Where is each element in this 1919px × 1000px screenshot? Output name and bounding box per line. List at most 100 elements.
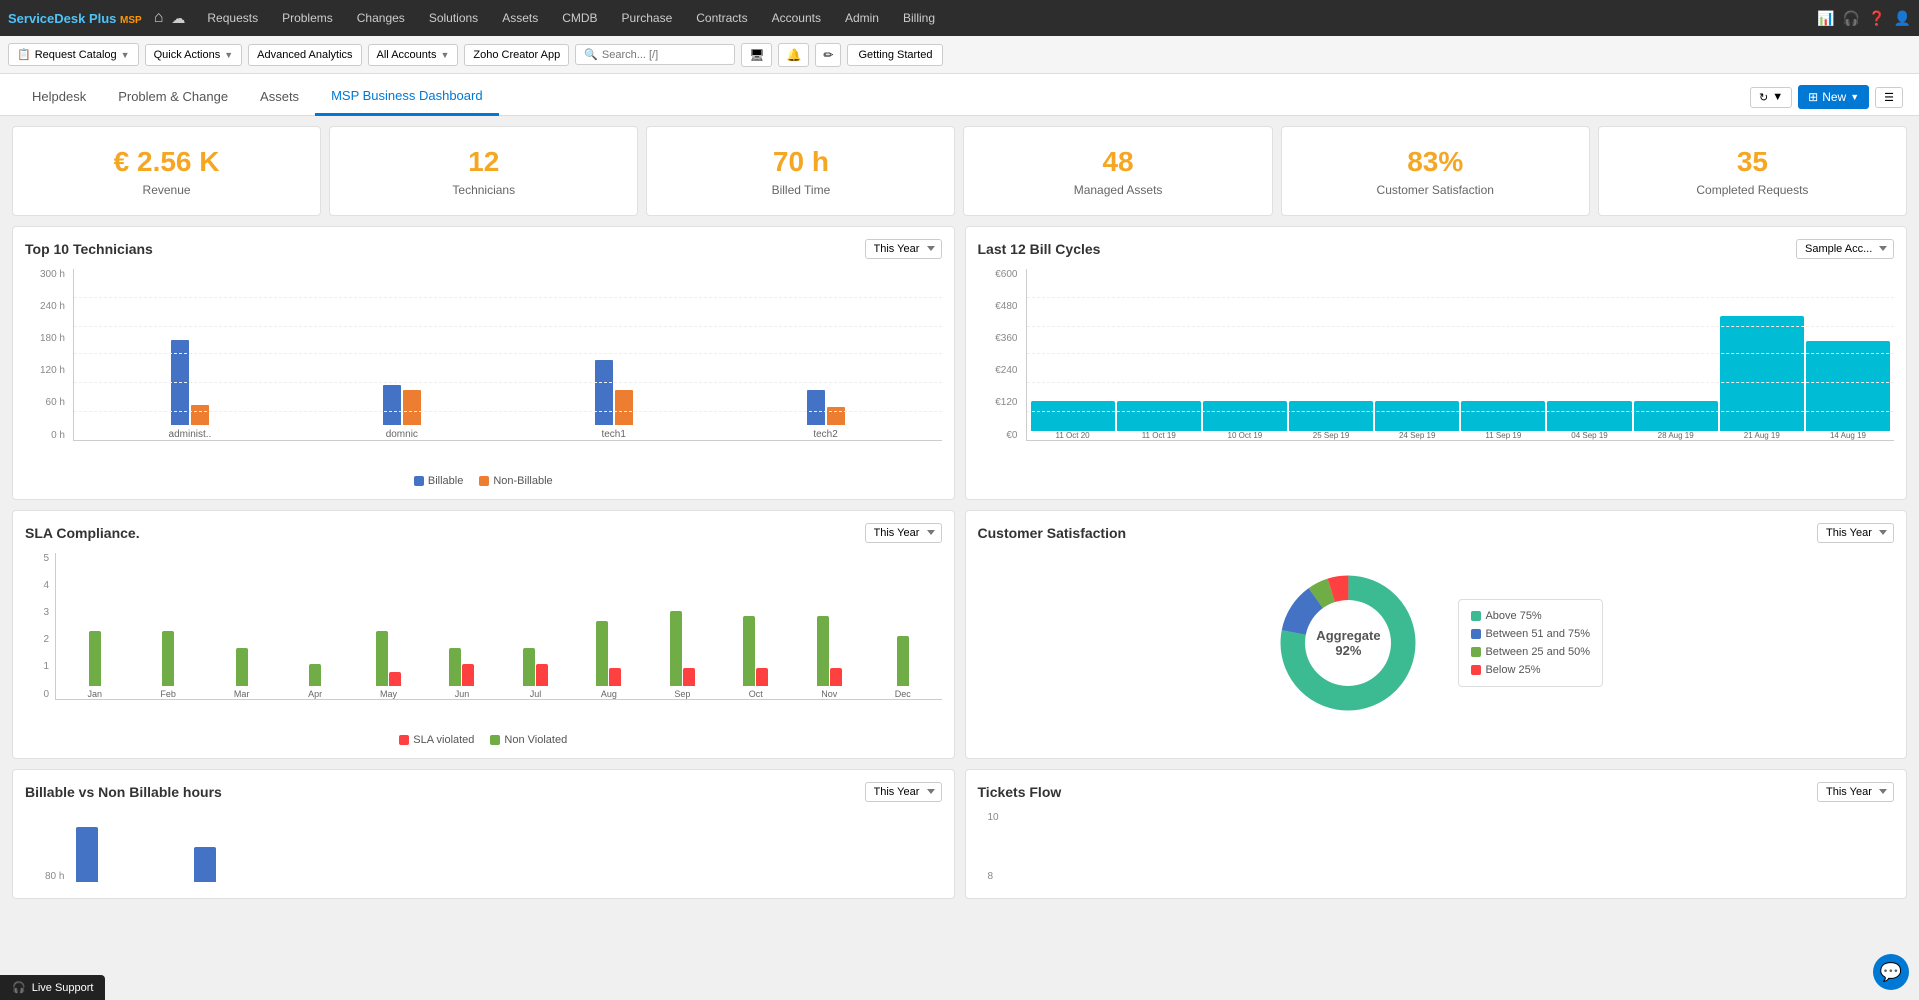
sla-may: May xyxy=(354,631,423,699)
tickets-filter[interactable]: This Year xyxy=(1817,782,1894,802)
bar-group-administ: administ.. xyxy=(94,340,286,440)
bar-tech2-nonbillable xyxy=(827,407,845,425)
nav-solutions[interactable]: Solutions xyxy=(419,0,488,36)
menu-btn[interactable]: ☰ xyxy=(1875,87,1903,108)
donut-center-text: Aggregate 92% xyxy=(1316,628,1380,658)
top-nav: ServiceDesk Plus MSP ⌂ ☁ Requests Proble… xyxy=(0,0,1919,36)
catalog-caret: ▼ xyxy=(121,50,130,60)
nav-cmdb[interactable]: CMDB xyxy=(552,0,607,36)
tab-bar: Helpdesk Problem & Change Assets MSP Bus… xyxy=(0,74,1919,116)
nav-problems[interactable]: Problems xyxy=(272,0,343,36)
completed-requests-label: Completed Requests xyxy=(1609,183,1896,197)
menu-icon: ☰ xyxy=(1884,91,1894,104)
tab-actions: ↻ ▼ ⊞ New ▼ ☰ xyxy=(1750,85,1903,115)
getting-started-btn[interactable]: Getting Started xyxy=(847,44,943,66)
stat-customer-satisfaction: 83% Customer Satisfaction xyxy=(1281,126,1590,216)
sla-violated-label: SLA violated xyxy=(413,734,474,746)
nav-accounts[interactable]: Accounts xyxy=(762,0,831,36)
advanced-analytics-btn[interactable]: Advanced Analytics xyxy=(248,44,361,66)
nav-requests[interactable]: Requests xyxy=(197,0,268,36)
top10-filter[interactable]: This Year xyxy=(865,239,942,259)
legend-51-75: Between 51 and 75% xyxy=(1471,628,1590,640)
nav-contracts[interactable]: Contracts xyxy=(686,0,757,36)
sla-label-dec: Dec xyxy=(895,689,911,699)
live-support-btn[interactable]: 🎧 Live Support xyxy=(0,975,105,1000)
sla-label-jul: Jul xyxy=(530,689,542,699)
nav-right-icons: 📊 🎧 ❓ 👤 xyxy=(1817,10,1911,27)
nav-changes[interactable]: Changes xyxy=(347,0,415,36)
grid-line-5 xyxy=(74,411,942,412)
cloud-icon[interactable]: ☁ xyxy=(171,10,185,27)
user-icon[interactable]: 👤 xyxy=(1894,10,1911,27)
bill-grid-1 xyxy=(1027,297,1895,298)
bar-pair-domnic xyxy=(306,385,498,425)
bell-icon-btn[interactable]: 🔔 xyxy=(778,43,809,67)
bar-tech2-billable xyxy=(807,390,825,425)
bar-domnic-nonbillable xyxy=(403,390,421,425)
search-input[interactable] xyxy=(602,49,722,61)
sla-bar-jan-green xyxy=(89,631,101,686)
pencil-icon-btn[interactable]: ✏ xyxy=(815,43,841,67)
sla-label-oct: Oct xyxy=(749,689,763,699)
stat-completed-requests: 35 Completed Requests xyxy=(1598,126,1907,216)
sla-oct: Oct xyxy=(721,616,790,699)
bill-bar-aug14: 14 Aug 19 xyxy=(1806,341,1890,440)
tickets-y-labels: 10 8 xyxy=(988,812,1003,882)
help-icon[interactable]: ❓ xyxy=(1868,10,1885,27)
search-box[interactable]: 🔍 xyxy=(575,44,735,65)
sla-label-aug: Aug xyxy=(601,689,617,699)
monitor-icon-btn[interactable]: 🖥 xyxy=(741,43,772,67)
tab-msp-business-dashboard[interactable]: MSP Business Dashboard xyxy=(315,78,499,116)
sla-violated-dot xyxy=(399,735,409,745)
tab-helpdesk[interactable]: Helpdesk xyxy=(16,79,102,116)
sla-bar-mar-green xyxy=(236,648,248,686)
nav-admin[interactable]: Admin xyxy=(835,0,889,36)
billed-time-value: 70 h xyxy=(657,145,944,179)
bar-sep04 xyxy=(1547,401,1631,431)
chart-icon[interactable]: 📊 xyxy=(1817,10,1834,27)
bar-label-administ: administ.. xyxy=(169,429,212,440)
all-accounts-btn[interactable]: All Accounts ▼ xyxy=(368,44,459,66)
new-btn[interactable]: ⊞ New ▼ xyxy=(1798,85,1869,109)
bar-aug28 xyxy=(1634,401,1718,431)
request-catalog-btn[interactable]: 📋 Request Catalog ▼ xyxy=(8,43,139,66)
nav-purchase[interactable]: Purchase xyxy=(612,0,683,36)
donut-legend: Above 75% Between 51 and 75% Between 25 … xyxy=(1458,599,1603,687)
technicians-label: Technicians xyxy=(340,183,627,197)
managed-assets-value: 48 xyxy=(974,145,1261,179)
top10-chart: 300 h 240 h 180 h 120 h 60 h 0 h xyxy=(25,269,942,469)
sla-jan: Jan xyxy=(60,631,129,699)
technicians-value: 12 xyxy=(340,145,627,179)
billable-filter[interactable]: This Year xyxy=(865,782,942,802)
sla-filter[interactable]: This Year xyxy=(865,523,942,543)
sla-bar-apr-green xyxy=(309,664,321,686)
billable-bar-blue xyxy=(76,827,98,882)
zoho-creator-btn[interactable]: Zoho Creator App xyxy=(464,44,569,66)
chat-btn[interactable]: 💬 xyxy=(1873,954,1909,990)
bill-bar-sep04: 04 Sep 19 xyxy=(1547,401,1631,440)
bill-chart-area: 11 Oct 20 11 Oct 19 10 Oct 19 25 Sep 19 xyxy=(1026,269,1895,441)
nonbillable-dot xyxy=(479,476,489,486)
legend-nonbillable: Non-Billable xyxy=(479,475,552,487)
tab-assets[interactable]: Assets xyxy=(244,79,315,116)
logo-msp: MSP xyxy=(120,15,142,26)
quick-actions-btn[interactable]: Quick Actions ▼ xyxy=(145,44,243,66)
tab-problem-change[interactable]: Problem & Change xyxy=(102,79,244,116)
customer-satisfaction-value: 83% xyxy=(1292,145,1579,179)
last12-filter[interactable]: Sample Acc... xyxy=(1796,239,1894,259)
sla-sep: Sep xyxy=(648,611,717,699)
home-icon[interactable]: ⌂ xyxy=(154,9,164,27)
refresh-icon: ↻ xyxy=(1759,91,1768,104)
billable-title: Billable vs Non Billable hours xyxy=(25,784,222,800)
all-accounts-caret: ▼ xyxy=(440,50,449,60)
nav-billing[interactable]: Billing xyxy=(893,0,945,36)
nav-assets[interactable]: Assets xyxy=(492,0,548,36)
stat-revenue: € 2.56 K Revenue xyxy=(12,126,321,216)
billable-nonbillable-card: Billable vs Non Billable hours This Year… xyxy=(12,769,955,899)
headset-icon[interactable]: 🎧 xyxy=(1843,10,1860,27)
above75-dot xyxy=(1471,611,1481,621)
csat-filter[interactable]: This Year xyxy=(1817,523,1894,543)
completed-requests-value: 35 xyxy=(1609,145,1896,179)
sla-bar-dec-green xyxy=(897,636,909,686)
refresh-btn[interactable]: ↻ ▼ xyxy=(1750,87,1792,108)
